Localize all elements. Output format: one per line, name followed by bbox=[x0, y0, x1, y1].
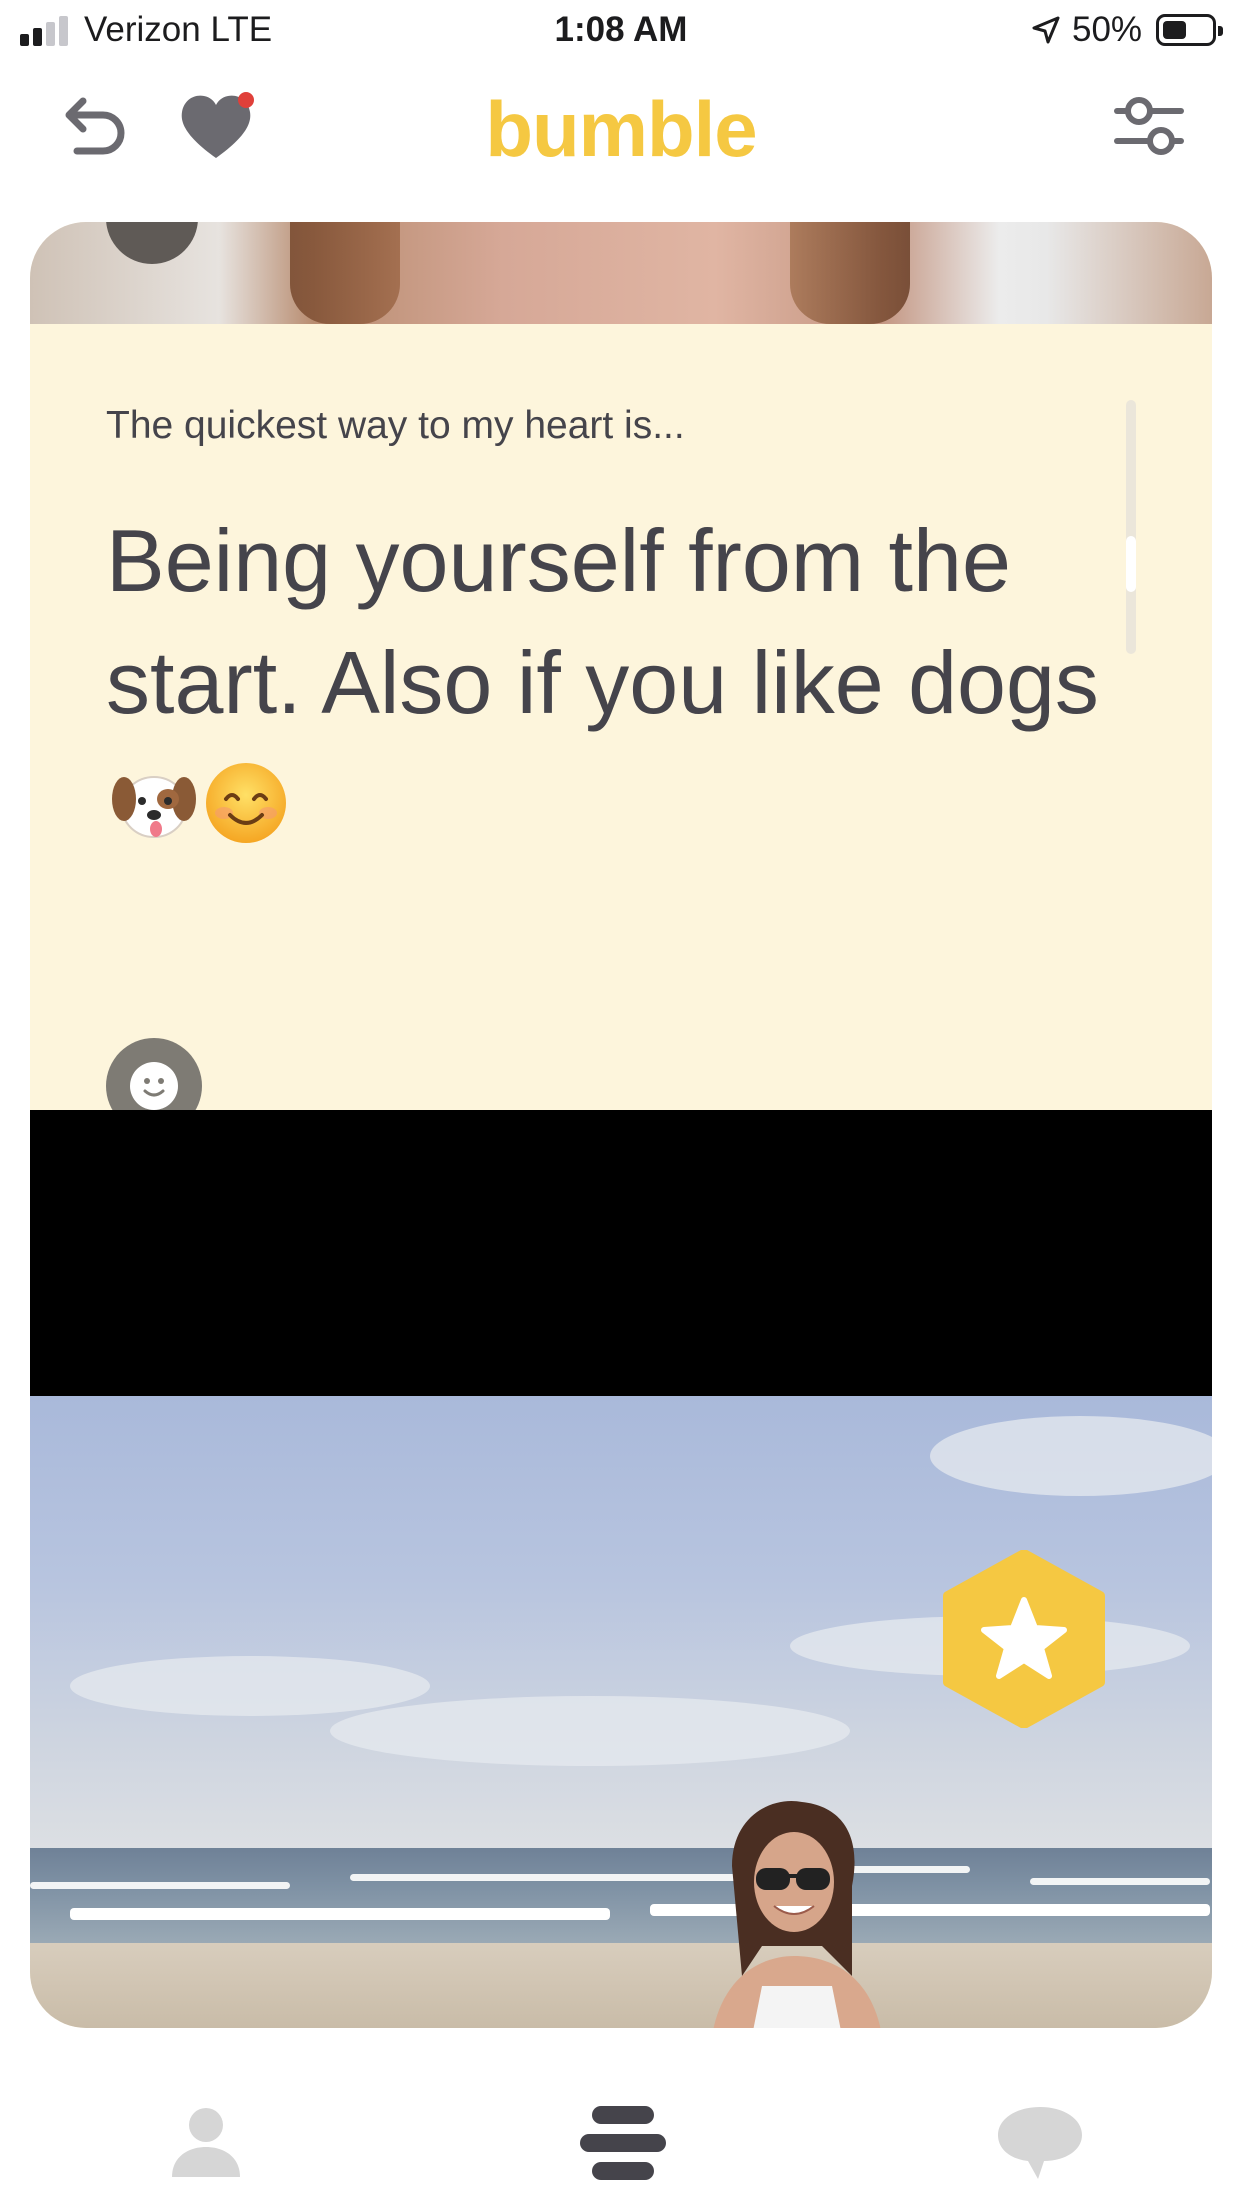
photo-badge bbox=[106, 222, 198, 264]
photo-letterbox bbox=[30, 1110, 1212, 1396]
scrollbar-thumb[interactable] bbox=[1126, 536, 1136, 592]
app-logo: bumble bbox=[485, 85, 757, 173]
profile-card[interactable]: The quickest way to my heart is... Being… bbox=[30, 222, 1212, 2028]
person-icon bbox=[172, 2108, 240, 2177]
prompt-section: The quickest way to my heart is... Being… bbox=[30, 324, 1212, 1134]
nav-discover-button[interactable] bbox=[578, 2100, 668, 2186]
status-bar: Verizon LTE 1:08 AM 50% bbox=[0, 0, 1242, 62]
chat-bubble-icon bbox=[998, 2107, 1082, 2179]
location-arrow-icon bbox=[1032, 16, 1060, 44]
smiling-face-emoji-icon bbox=[206, 763, 286, 843]
stack-icon bbox=[580, 2106, 666, 2180]
card-scrollbar[interactable] bbox=[1126, 400, 1136, 654]
smiley-icon bbox=[130, 1062, 178, 1110]
prompt-question: The quickest way to my heart is... bbox=[106, 404, 685, 447]
app-header: bumble bbox=[0, 62, 1242, 220]
battery-percent: 50% bbox=[1072, 10, 1143, 49]
filter-sliders-icon bbox=[1114, 97, 1184, 155]
superswipe-button[interactable] bbox=[934, 1550, 1114, 1728]
battery-fill bbox=[1163, 21, 1186, 39]
prompt-answer-text: Being yourself from the start. Also if y… bbox=[106, 511, 1099, 732]
profile-photo-top bbox=[30, 222, 1212, 324]
dog-face-emoji-icon bbox=[112, 776, 196, 838]
battery-icon bbox=[1156, 14, 1223, 46]
filter-button[interactable] bbox=[1106, 86, 1192, 166]
star-icon bbox=[943, 1550, 1105, 1728]
nav-profile-button[interactable] bbox=[166, 2100, 246, 2186]
person-photo bbox=[713, 1800, 881, 2028]
bottom-navigation bbox=[0, 2040, 1242, 2208]
nav-chats-button[interactable] bbox=[990, 2100, 1090, 2186]
prompt-answer: Being yourself from the start. Also if y… bbox=[106, 500, 1166, 866]
